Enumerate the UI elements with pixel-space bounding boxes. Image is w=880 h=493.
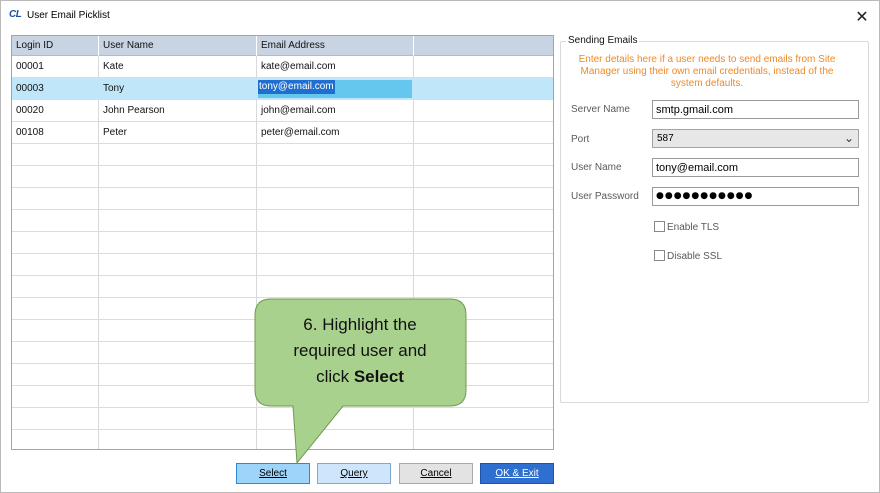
column-header-login-id[interactable]: Login ID bbox=[12, 36, 99, 56]
cell-login-id: 00108 bbox=[16, 127, 44, 138]
server-name-input[interactable] bbox=[652, 100, 859, 119]
grid-header: Login ID User Name Email Address bbox=[12, 36, 553, 56]
window-title: User Email Picklist bbox=[27, 10, 110, 21]
cancel-button[interactable]: Cancel bbox=[399, 463, 473, 484]
query-button[interactable]: Query bbox=[317, 463, 391, 484]
port-label: Port bbox=[571, 134, 590, 145]
enable-tls-checkbox[interactable] bbox=[654, 221, 665, 232]
email-edit-field[interactable]: tony@email.com bbox=[258, 80, 412, 98]
select-button[interactable]: Select bbox=[236, 463, 310, 484]
user-name-label: User Name bbox=[571, 162, 622, 173]
empty-row[interactable] bbox=[12, 210, 553, 232]
cell-email: tony@email.com bbox=[258, 80, 335, 94]
callout-line-2: required user and bbox=[293, 341, 427, 360]
port-value: 587 bbox=[657, 133, 674, 144]
empty-row[interactable] bbox=[12, 144, 553, 166]
column-header-filler bbox=[414, 36, 553, 56]
table-row[interactable]: 00020 John Pearson john@email.com bbox=[12, 100, 553, 122]
user-email-picklist-window: CL User Email Picklist ✕ Login ID User N… bbox=[0, 0, 880, 493]
empty-row[interactable] bbox=[12, 276, 553, 298]
cell-login-id: 00020 bbox=[16, 105, 44, 116]
sending-emails-note: Enter details here if a user needs to se… bbox=[578, 54, 836, 89]
ok-exit-button[interactable]: OK & Exit bbox=[480, 463, 554, 484]
callout-line-3: click Select bbox=[255, 364, 465, 390]
disable-ssl-checkbox[interactable] bbox=[654, 250, 665, 261]
empty-row[interactable] bbox=[12, 232, 553, 254]
port-dropdown[interactable]: 587 ⌄ bbox=[652, 129, 859, 148]
cell-user-name: Tony bbox=[103, 83, 125, 94]
cell-login-id: 00001 bbox=[16, 61, 44, 72]
user-password-label: User Password bbox=[571, 191, 639, 202]
disable-ssl-label[interactable]: Disable SSL bbox=[667, 251, 722, 262]
close-button[interactable]: ✕ bbox=[847, 3, 877, 29]
callout-line-3-prefix: click bbox=[316, 367, 354, 386]
empty-row[interactable] bbox=[12, 254, 553, 276]
chevron-down-icon: ⌄ bbox=[843, 131, 854, 145]
cell-email: peter@email.com bbox=[261, 127, 340, 138]
cell-user-name: Kate bbox=[103, 61, 124, 72]
user-password-input[interactable]: ●●●●●●●●●●● bbox=[652, 187, 859, 206]
app-logo-icon: CL bbox=[9, 9, 22, 20]
cell-user-name: Peter bbox=[103, 127, 127, 138]
cell-email: john@email.com bbox=[261, 105, 336, 116]
title-bar: CL User Email Picklist ✕ bbox=[1, 1, 879, 31]
callout-emphasis: Select bbox=[353, 367, 404, 386]
cell-email: kate@email.com bbox=[261, 61, 336, 72]
user-name-input[interactable] bbox=[652, 158, 859, 177]
callout-line-1: 6. Highlight the bbox=[303, 315, 417, 334]
sending-emails-title: Sending Emails bbox=[566, 35, 640, 46]
column-header-email-address[interactable]: Email Address bbox=[257, 36, 414, 56]
table-row[interactable]: 00001 Kate kate@email.com bbox=[12, 56, 553, 78]
table-row[interactable]: 00003 Tony tony@email.com bbox=[12, 78, 553, 100]
empty-row[interactable] bbox=[12, 166, 553, 188]
table-row[interactable]: 00108 Peter peter@email.com bbox=[12, 122, 553, 144]
cell-user-name: John Pearson bbox=[103, 105, 165, 116]
empty-row[interactable] bbox=[12, 430, 553, 449]
callout-text: 6. Highlight the required user and click… bbox=[255, 312, 465, 390]
enable-tls-label[interactable]: Enable TLS bbox=[667, 222, 719, 233]
empty-row[interactable] bbox=[12, 408, 553, 430]
empty-row[interactable] bbox=[12, 188, 553, 210]
column-header-user-name[interactable]: User Name bbox=[99, 36, 257, 56]
server-name-label: Server Name bbox=[571, 104, 630, 115]
cell-login-id: 00003 bbox=[16, 83, 44, 94]
